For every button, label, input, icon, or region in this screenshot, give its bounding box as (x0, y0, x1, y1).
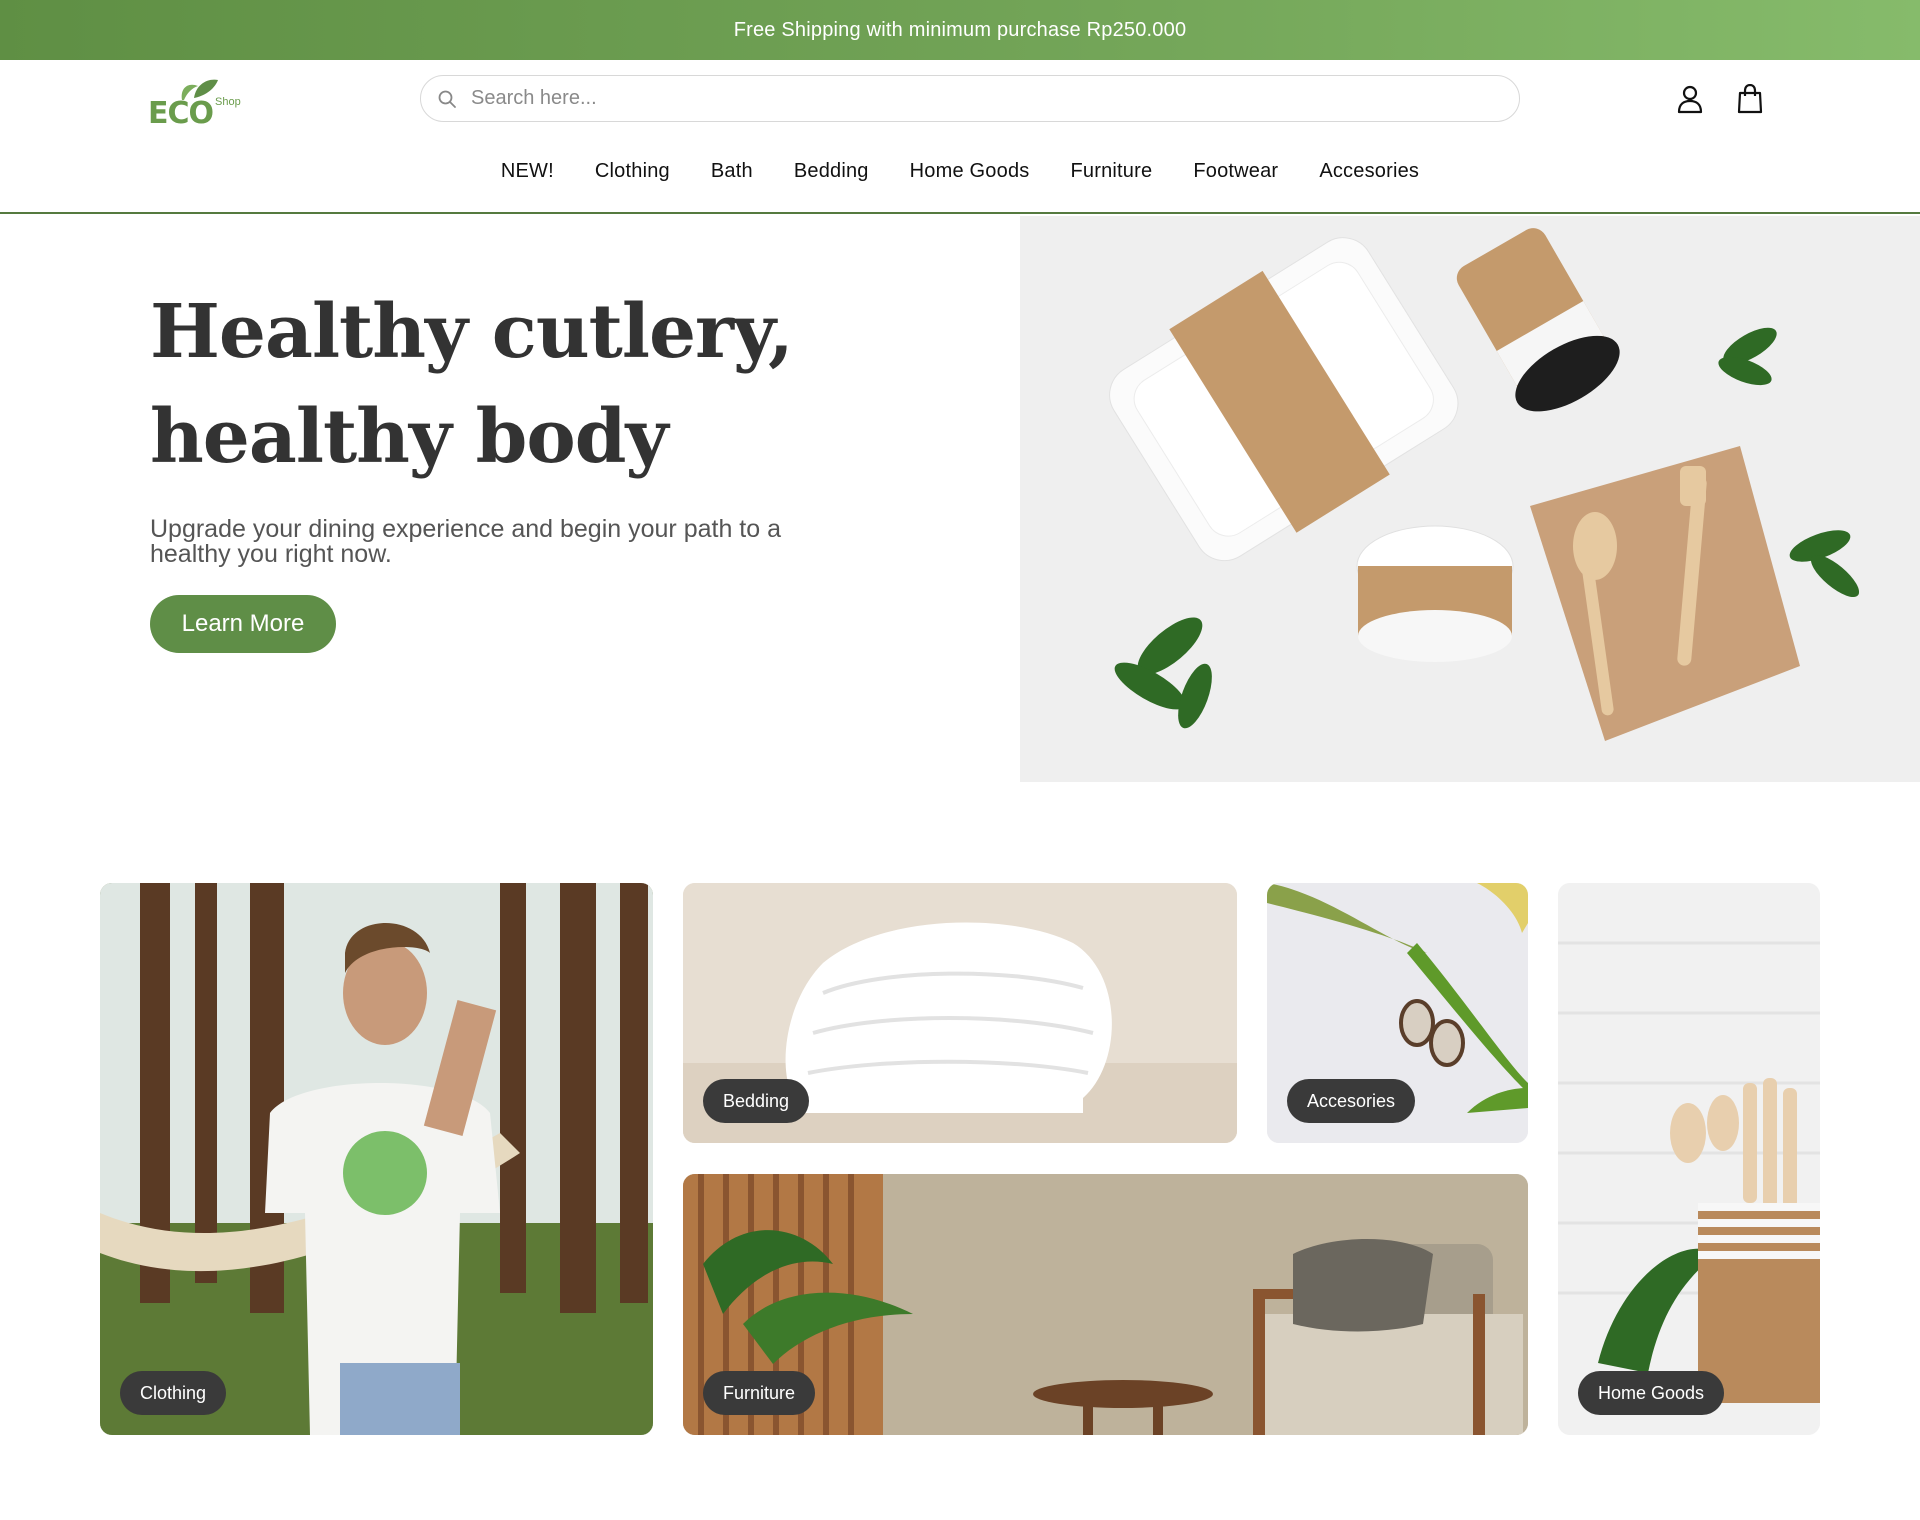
category-label-accesories: Accesories (1287, 1079, 1416, 1123)
category-label-home-goods: Home Goods (1578, 1371, 1725, 1415)
category-card-clothing[interactable]: Clothing (100, 883, 653, 1435)
nav-item-bath[interactable]: Bath (711, 160, 753, 183)
category-label-bedding: Bedding (703, 1079, 810, 1123)
search-input[interactable] (471, 87, 1471, 110)
logo-main-text: ECO (148, 96, 214, 131)
nav-item-clothing[interactable]: Clothing (595, 160, 670, 183)
promo-banner-text: Free Shipping with minimum purchase Rp25… (733, 18, 1187, 41)
nav-item-home-goods[interactable]: Home Goods (910, 160, 1030, 183)
main-nav: NEW! Clothing Bath Bedding Home Goods Fu… (0, 160, 1920, 183)
site-header: ECO Shop NEW! Clothing Bath Bedding Home… (0, 60, 1920, 214)
hero-image-eco-cutlery (1020, 216, 1920, 782)
nav-item-bedding[interactable]: Bedding (794, 160, 869, 183)
eco-shop-logo[interactable]: ECO Shop (148, 76, 258, 136)
shopping-bag-icon (1737, 84, 1763, 114)
nav-item-accesories[interactable]: Accesories (1319, 160, 1419, 183)
nav-item-furniture[interactable]: Furniture (1070, 160, 1152, 183)
promo-banner: Free Shipping with minimum purchase Rp25… (0, 0, 1920, 60)
category-label-clothing: Clothing (120, 1371, 227, 1415)
category-card-furniture[interactable]: Furniture (683, 1174, 1528, 1435)
learn-more-button[interactable]: Learn More (150, 595, 336, 653)
category-card-accesories[interactable]: Accesories (1267, 883, 1528, 1143)
hero-text-block: Healthy cutlery, healthy body (150, 280, 910, 490)
nav-item-footwear[interactable]: Footwear (1193, 160, 1278, 183)
category-card-home-goods[interactable]: Home Goods (1558, 883, 1820, 1435)
category-label-furniture: Furniture (703, 1371, 816, 1415)
user-icon (1677, 85, 1703, 114)
search-bar[interactable] (420, 75, 1520, 122)
logo-sub-text: Shop (215, 96, 241, 108)
hero-title: Healthy cutlery, healthy body (150, 289, 794, 480)
category-card-bedding[interactable]: Bedding (683, 883, 1237, 1143)
user-account-button[interactable] (1674, 82, 1706, 116)
search-icon (438, 90, 456, 108)
hero-subtitle: Upgrade your dining experience and begin… (150, 515, 781, 568)
cart-button[interactable] (1734, 82, 1766, 116)
nav-item-new[interactable]: NEW! (501, 160, 554, 183)
